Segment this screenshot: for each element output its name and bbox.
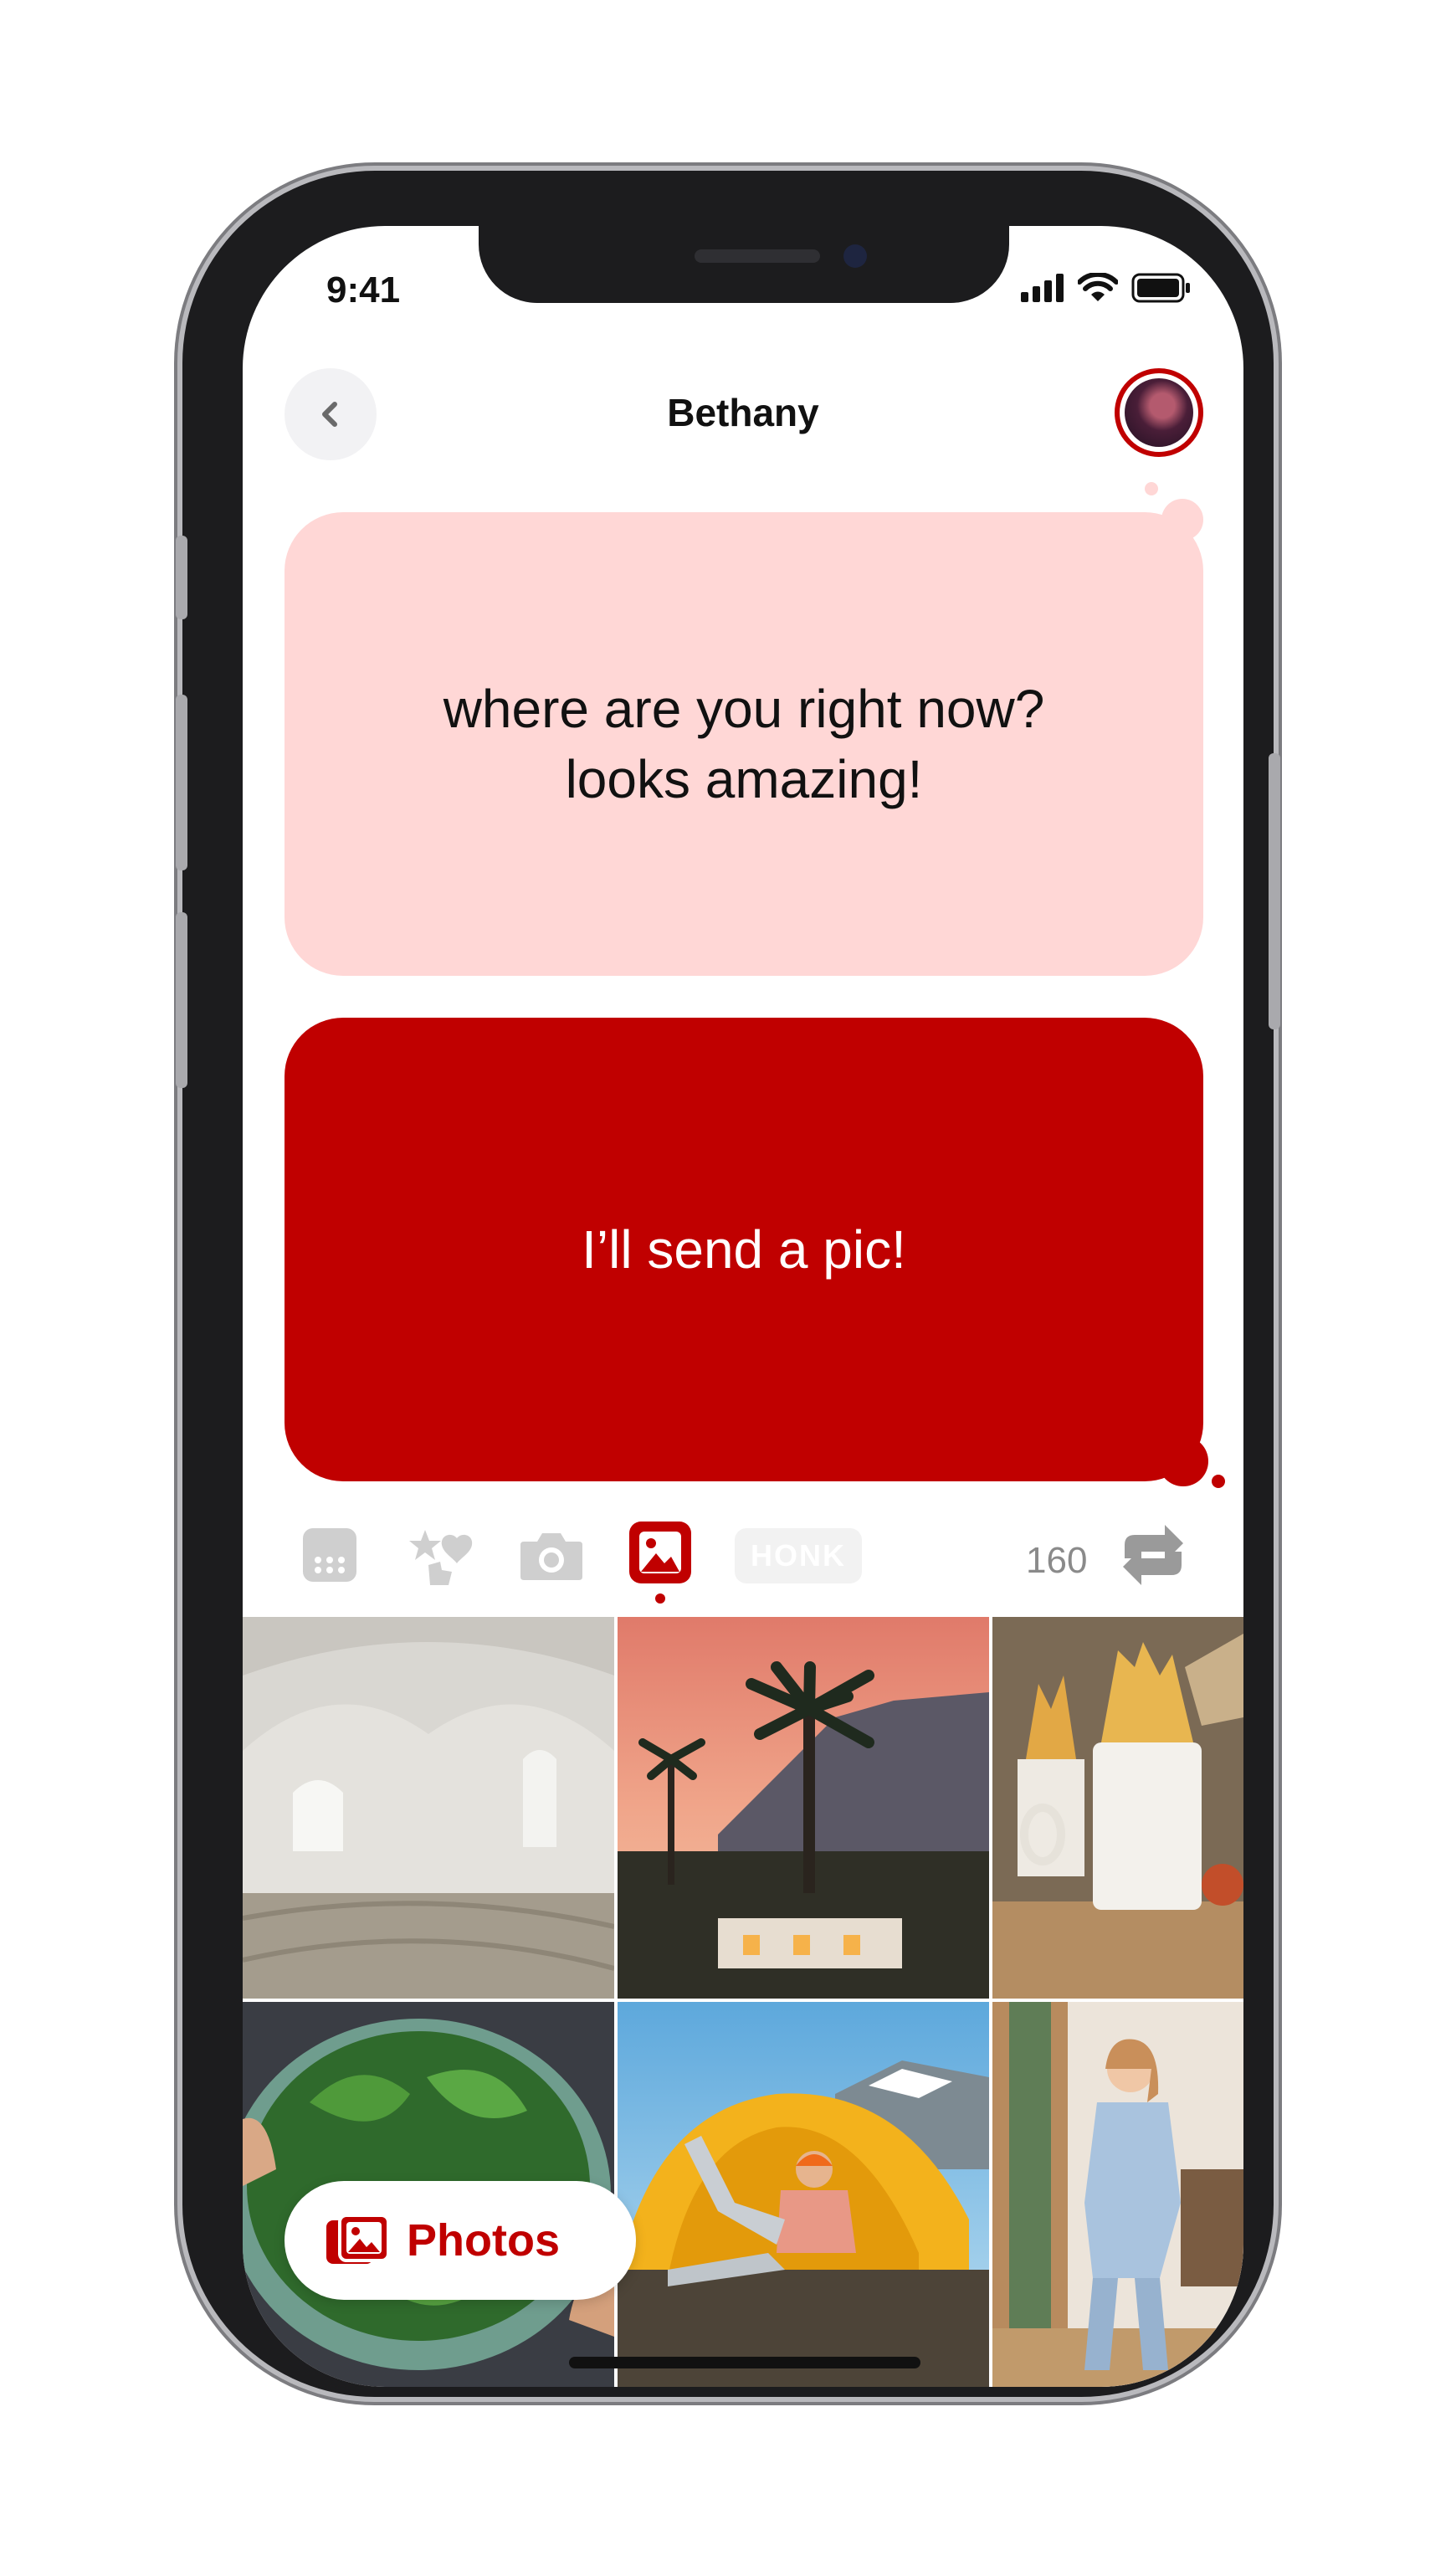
bubble-tail-dot: [1212, 1475, 1225, 1488]
avatar-image: [1125, 378, 1193, 447]
bubble-tail-dot: [1158, 1436, 1208, 1486]
battery-icon: [1131, 273, 1190, 303]
status-icons: [1021, 273, 1192, 303]
photos-button[interactable]: Photos: [285, 2181, 636, 2300]
incoming-message-bubble: where are you right now? looks amazing!: [285, 512, 1203, 976]
front-camera: [843, 244, 867, 268]
conversation-title: Bethany: [667, 391, 819, 434]
tent-camper-photo[interactable]: [618, 2002, 989, 2387]
typing-dot: [1145, 482, 1158, 495]
outgoing-message-bubble: I’ll send a pic!: [285, 1018, 1203, 1481]
honk-label: HONK: [751, 1538, 846, 1573]
speaker-grille: [695, 249, 820, 263]
honk-button[interactable]: HONK: [735, 1528, 862, 1583]
mute-switch: [176, 536, 187, 619]
volume-up-button: [176, 695, 187, 870]
photos-stack-icon: [326, 2214, 390, 2264]
refresh-icon[interactable]: [1113, 1520, 1193, 1590]
fries-mugs-photo[interactable]: [992, 1617, 1243, 1999]
keyboard-icon[interactable]: [301, 1527, 358, 1583]
palm-tree-sunset-photo[interactable]: [618, 1617, 989, 1999]
selected-tab-indicator: [655, 1593, 665, 1604]
woman-window-photo[interactable]: [992, 2002, 1243, 2387]
volume-down-button: [176, 912, 187, 1088]
incoming-message-text: where are you right now? looks amazing!: [443, 679, 1045, 809]
home-indicator[interactable]: [569, 2357, 920, 2368]
status-time: 9:41: [326, 269, 401, 310]
signal-icon: [1021, 274, 1064, 302]
notch: [479, 226, 1009, 303]
stickers-icon[interactable]: [407, 1527, 477, 1587]
photos-button-label: Photos: [407, 2215, 560, 2266]
phone-screen: 9:41 Bethany where are you right now? lo…: [243, 226, 1243, 2387]
wifi-icon: [1078, 273, 1118, 301]
outgoing-message-text: I’ll send a pic!: [582, 1219, 906, 1280]
photos-icon[interactable]: [628, 1520, 693, 1585]
arched-room-photo[interactable]: [243, 1617, 614, 1999]
camera-icon[interactable]: [519, 1527, 584, 1583]
avatar[interactable]: [1115, 368, 1203, 457]
compose-toolbar: HONK 160: [243, 1515, 1243, 1604]
power-button: [1269, 753, 1280, 1029]
character-count: 160: [1026, 1540, 1088, 1581]
